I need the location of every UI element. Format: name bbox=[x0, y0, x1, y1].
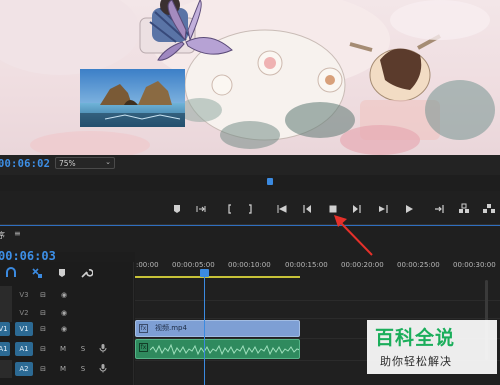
linked-selection-icon[interactable] bbox=[30, 265, 44, 279]
fx-badge: fx bbox=[139, 324, 148, 333]
mark-in-out-icon[interactable] bbox=[194, 202, 208, 216]
insert-icon[interactable] bbox=[432, 202, 446, 216]
audio-clip[interactable]: fx bbox=[135, 339, 300, 359]
watermark-title: 百科全说 bbox=[375, 327, 456, 349]
track-label-a2[interactable]: A2 bbox=[15, 362, 33, 376]
timeline-header bbox=[0, 226, 500, 252]
track-row-a2: A2 ⊟ M S bbox=[0, 360, 134, 378]
track-row-a1: A1 A1 ⊟ M S bbox=[0, 340, 134, 358]
solo-button[interactable]: S bbox=[78, 344, 88, 354]
eye-icon[interactable]: ◉ bbox=[59, 308, 69, 318]
lift-icon[interactable] bbox=[457, 202, 471, 216]
track-row-v1: V1 V1 ⊟ ◉ bbox=[0, 320, 134, 338]
ruler-label: 00:00:15:00 bbox=[285, 261, 328, 269]
sync-lock-icon[interactable]: ⊟ bbox=[38, 364, 48, 374]
mute-button[interactable]: M bbox=[58, 344, 68, 354]
go-to-in-icon[interactable] bbox=[275, 202, 289, 216]
program-timecode[interactable]: 00:06:02 bbox=[0, 158, 50, 170]
track-label-v2[interactable]: V2 bbox=[15, 306, 33, 320]
add-marker-timeline-icon[interactable] bbox=[55, 265, 69, 279]
sequence-timecode[interactable]: 00:06:03 bbox=[0, 249, 56, 263]
panel-menu-icon[interactable]: ≡ bbox=[14, 229, 21, 238]
track-label-v1[interactable]: V1 bbox=[15, 322, 33, 336]
eye-icon[interactable]: ◉ bbox=[59, 324, 69, 334]
audio-waveform bbox=[150, 343, 299, 356]
fx-badge: fx bbox=[139, 343, 148, 352]
go-to-out-icon[interactable] bbox=[376, 202, 390, 216]
wrench-icon[interactable] bbox=[79, 265, 94, 279]
mute-button[interactable]: M bbox=[58, 364, 68, 374]
lane-divider bbox=[135, 318, 500, 319]
solo-button[interactable]: S bbox=[78, 364, 88, 374]
sync-lock-icon[interactable]: ⊟ bbox=[38, 324, 48, 334]
snap-icon[interactable] bbox=[4, 265, 18, 279]
microphone-icon[interactable] bbox=[98, 363, 108, 373]
sync-lock-icon[interactable]: ⊟ bbox=[38, 290, 48, 300]
lane-divider bbox=[135, 300, 500, 301]
track-source-patch[interactable] bbox=[0, 360, 12, 378]
track-row-v3: V3 ⊟ ◉ bbox=[0, 286, 134, 304]
zoom-value: 75% bbox=[59, 159, 76, 168]
track-label-v3[interactable]: V3 bbox=[15, 288, 33, 302]
work-area-bar[interactable] bbox=[135, 276, 300, 278]
video-clip[interactable]: fx 视频.mp4 bbox=[135, 320, 300, 337]
watermark-subtitle: 助你轻松解决 bbox=[380, 355, 452, 368]
step-back-icon[interactable] bbox=[300, 202, 314, 216]
sync-lock-icon[interactable]: ⊟ bbox=[38, 308, 48, 318]
chevron-down-icon: ⌄ bbox=[105, 158, 111, 166]
zoom-dropdown[interactable]: 75% ⌄ bbox=[55, 157, 115, 169]
source-patch-a1[interactable]: A1 bbox=[0, 342, 10, 356]
program-monitor-video bbox=[0, 0, 500, 155]
playhead-handle[interactable] bbox=[200, 269, 209, 277]
ruler-label: :00:00 bbox=[136, 261, 159, 269]
add-marker-icon[interactable] bbox=[170, 202, 184, 216]
playhead-line[interactable] bbox=[204, 270, 205, 385]
ruler-label: 00:00:20:00 bbox=[341, 261, 384, 269]
step-forward-icon[interactable] bbox=[350, 202, 364, 216]
extract-icon[interactable] bbox=[482, 202, 496, 216]
ruler-label: 00:00:05:00 bbox=[172, 261, 215, 269]
mark-out-icon[interactable] bbox=[243, 202, 257, 216]
microphone-icon[interactable] bbox=[98, 343, 108, 353]
mark-in-icon[interactable] bbox=[223, 202, 237, 216]
track-label-a1[interactable]: A1 bbox=[15, 342, 33, 356]
monitor-mini-timeline[interactable] bbox=[0, 175, 500, 191]
clip-name: 视频.mp4 bbox=[155, 324, 187, 332]
ruler-label: 00:00:10:00 bbox=[228, 261, 271, 269]
eye-icon[interactable]: ◉ bbox=[59, 290, 69, 300]
ruler-label: 00:00:25:00 bbox=[397, 261, 440, 269]
source-patch-v1[interactable]: V1 bbox=[0, 322, 10, 336]
stop-button[interactable] bbox=[326, 202, 340, 216]
ruler-label: 00:00:30:00 bbox=[453, 261, 496, 269]
play-icon[interactable] bbox=[402, 202, 416, 216]
sync-lock-icon[interactable]: ⊟ bbox=[38, 344, 48, 354]
overlay-photo bbox=[80, 69, 185, 127]
sequence-tab[interactable]: 序 bbox=[0, 230, 5, 241]
track-source-patch[interactable] bbox=[0, 286, 12, 304]
monitor-playhead[interactable] bbox=[267, 178, 273, 185]
